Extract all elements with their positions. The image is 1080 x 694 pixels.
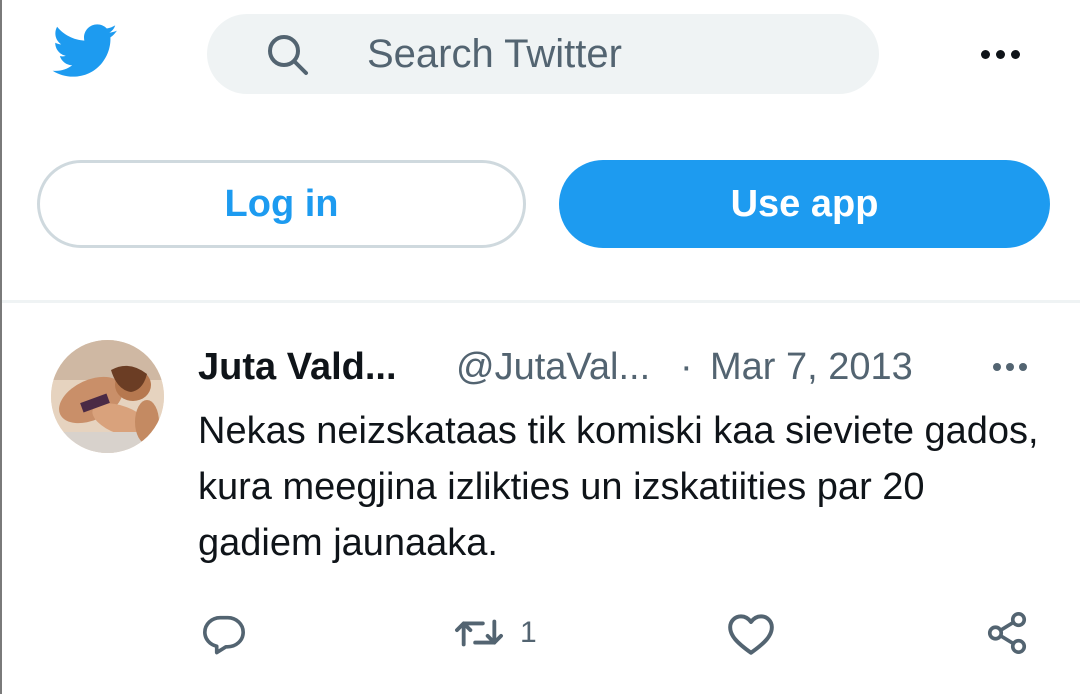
search-input[interactable]: Search Twitter	[367, 33, 622, 75]
author-name[interactable]: Juta Vald...	[198, 343, 397, 391]
reply-icon	[201, 610, 247, 656]
search-bar[interactable]: Search Twitter	[207, 14, 879, 94]
like-button[interactable]	[726, 608, 776, 658]
login-button[interactable]: Log in	[37, 160, 526, 248]
avatar[interactable]	[51, 340, 164, 453]
dot	[1010, 49, 1020, 59]
use-app-button[interactable]: Use app	[559, 160, 1050, 248]
tweet-header: Juta Vald... @JutaVal... · Mar 7, 2013	[198, 343, 1038, 393]
dot	[995, 49, 1005, 59]
more-dots-icon[interactable]	[988, 355, 1032, 379]
tweet[interactable]: Juta Vald... @JutaVal... · Mar 7, 2013 N…	[2, 303, 1080, 694]
search-icon	[265, 32, 311, 78]
separator: ·	[680, 346, 693, 388]
retweet-button[interactable]: 1	[452, 608, 537, 658]
heart-icon	[726, 610, 776, 656]
more-dots-icon[interactable]	[972, 36, 1028, 72]
twitter-bird-icon[interactable]	[50, 22, 118, 82]
share-button[interactable]	[984, 608, 1030, 658]
retweet-count: 1	[520, 616, 537, 649]
tweet-date[interactable]: Mar 7, 2013	[710, 343, 913, 391]
top-bar: Search Twitter	[2, 0, 1080, 110]
author-handle[interactable]: @JutaVal...	[456, 343, 650, 391]
dot	[980, 49, 990, 59]
share-icon	[984, 610, 1030, 656]
dot	[1019, 363, 1027, 371]
reply-button[interactable]	[201, 608, 247, 658]
tweet-actions: 1	[2, 608, 1080, 658]
tweet-text: Nekas neizskataas tik komiski kaa sievie…	[198, 410, 1039, 564]
retweet-icon	[452, 610, 506, 656]
dot	[1006, 363, 1014, 371]
dot	[993, 363, 1001, 371]
